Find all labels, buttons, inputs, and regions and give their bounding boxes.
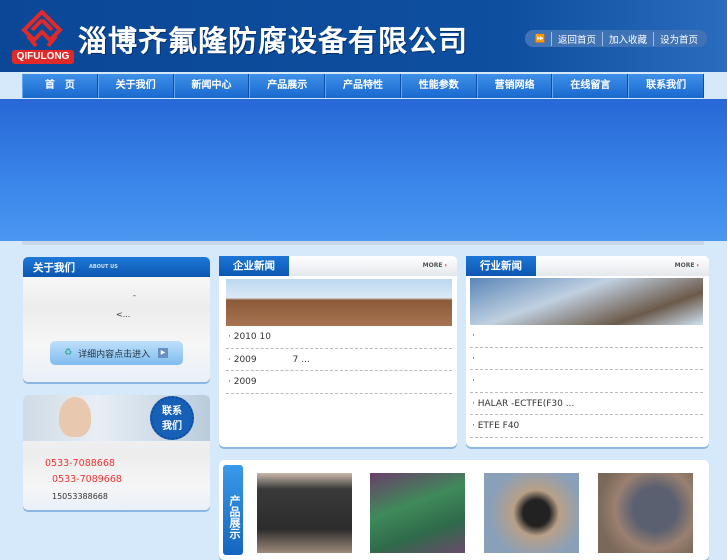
nav-about[interactable]: 关于我们: [97, 74, 174, 98]
link-set-home[interactable]: 设为首页: [653, 31, 704, 46]
top-links: ⏩ 返回首页 加入收藏 设为首页: [525, 30, 707, 47]
nav-specs[interactable]: 性能参数: [400, 74, 477, 98]
link-home[interactable]: 返回首页: [550, 31, 602, 46]
news-item[interactable]: · 2010 10: [226, 326, 452, 349]
product-image[interactable]: [257, 473, 352, 553]
nav-features[interactable]: 产品特性: [325, 74, 401, 98]
banner: [0, 99, 727, 241]
about-title: 关于我们: [33, 262, 75, 274]
main-nav: 首 页 关于我们 新闻中心 产品展示 产品特性 性能参数 营销网络 在线留言 联…: [22, 74, 705, 98]
news-item[interactable]: ·: [470, 325, 703, 348]
company-name: 淄博齐氟隆防腐设备有限公司: [78, 24, 469, 58]
nav-products[interactable]: 产品展示: [249, 74, 326, 98]
company-news-box: 企业新闻 MORE › · 2010 10 · 2009 7 ... · 200…: [219, 256, 457, 447]
product-image[interactable]: [484, 473, 579, 553]
operator-image: [59, 397, 91, 437]
logo-icon: [21, 10, 63, 48]
refresh-icon: ♻: [64, 348, 73, 358]
nav-news[interactable]: 新闻中心: [173, 74, 250, 98]
news-image: [470, 278, 703, 325]
nav-network[interactable]: 营销网络: [476, 74, 553, 98]
contact-box: 联系我们 0533-7088668 0533-7089668 150533886…: [23, 395, 210, 510]
about-text: -: [133, 291, 136, 300]
more-label: MORE: [674, 262, 695, 269]
contact-badge: 联系我们: [150, 396, 194, 440]
nav-home[interactable]: 首 页: [22, 74, 98, 98]
arrow-icon: ▶: [158, 348, 169, 358]
logo-text: QIFULONG: [12, 50, 74, 64]
about-subtitle: ABOUT US: [89, 264, 118, 270]
more-link[interactable]: MORE ›: [675, 262, 699, 269]
more-link[interactable]: MORE ›: [423, 262, 447, 269]
industry-news-box: 行业新闻 MORE › · · · · HALAR -ECTFE(F30 ...…: [466, 256, 709, 447]
phone: 0533-7088668: [45, 458, 115, 469]
divider: [22, 241, 704, 245]
forward-icon: ⏩: [535, 34, 545, 43]
news-item[interactable]: ·: [470, 370, 703, 393]
about-text: <...: [116, 310, 131, 319]
details-button-label: 详细内容点击进入: [78, 349, 151, 360]
phone: 0533-7089668: [52, 474, 122, 485]
nav-contact[interactable]: 联系我们: [628, 74, 705, 98]
news-item[interactable]: · HALAR -ECTFE(F30 ...: [470, 393, 703, 415]
news-item[interactable]: · 2009 7 ...: [226, 349, 452, 371]
news-item[interactable]: · ETFE F40: [470, 415, 703, 438]
company-news-title: 企业新闻: [219, 256, 289, 276]
news-item[interactable]: · 2009: [226, 371, 452, 394]
news-image: [226, 279, 452, 326]
about-box: 关于我们 ABOUT US - <... ♻ 详细内容点击进入 ▶: [23, 257, 210, 382]
product-image[interactable]: [370, 473, 465, 553]
about-header: 关于我们 ABOUT US: [23, 257, 210, 277]
logo[interactable]: QIFULONG: [12, 10, 74, 66]
nav-message[interactable]: 在线留言: [552, 74, 629, 98]
products-title: 产品展示: [223, 465, 243, 555]
details-button[interactable]: ♻ 详细内容点击进入 ▶: [50, 341, 183, 365]
mobile: 15053388668: [52, 492, 108, 501]
industry-news-title: 行业新闻: [466, 256, 536, 276]
product-image[interactable]: [598, 473, 693, 553]
news-item[interactable]: ·: [470, 348, 703, 370]
link-favorite[interactable]: 加入收藏: [601, 31, 653, 46]
products-box: 产品展示: [219, 460, 709, 560]
contact-banner: 联系我们: [23, 395, 210, 441]
more-label: MORE: [422, 262, 443, 269]
